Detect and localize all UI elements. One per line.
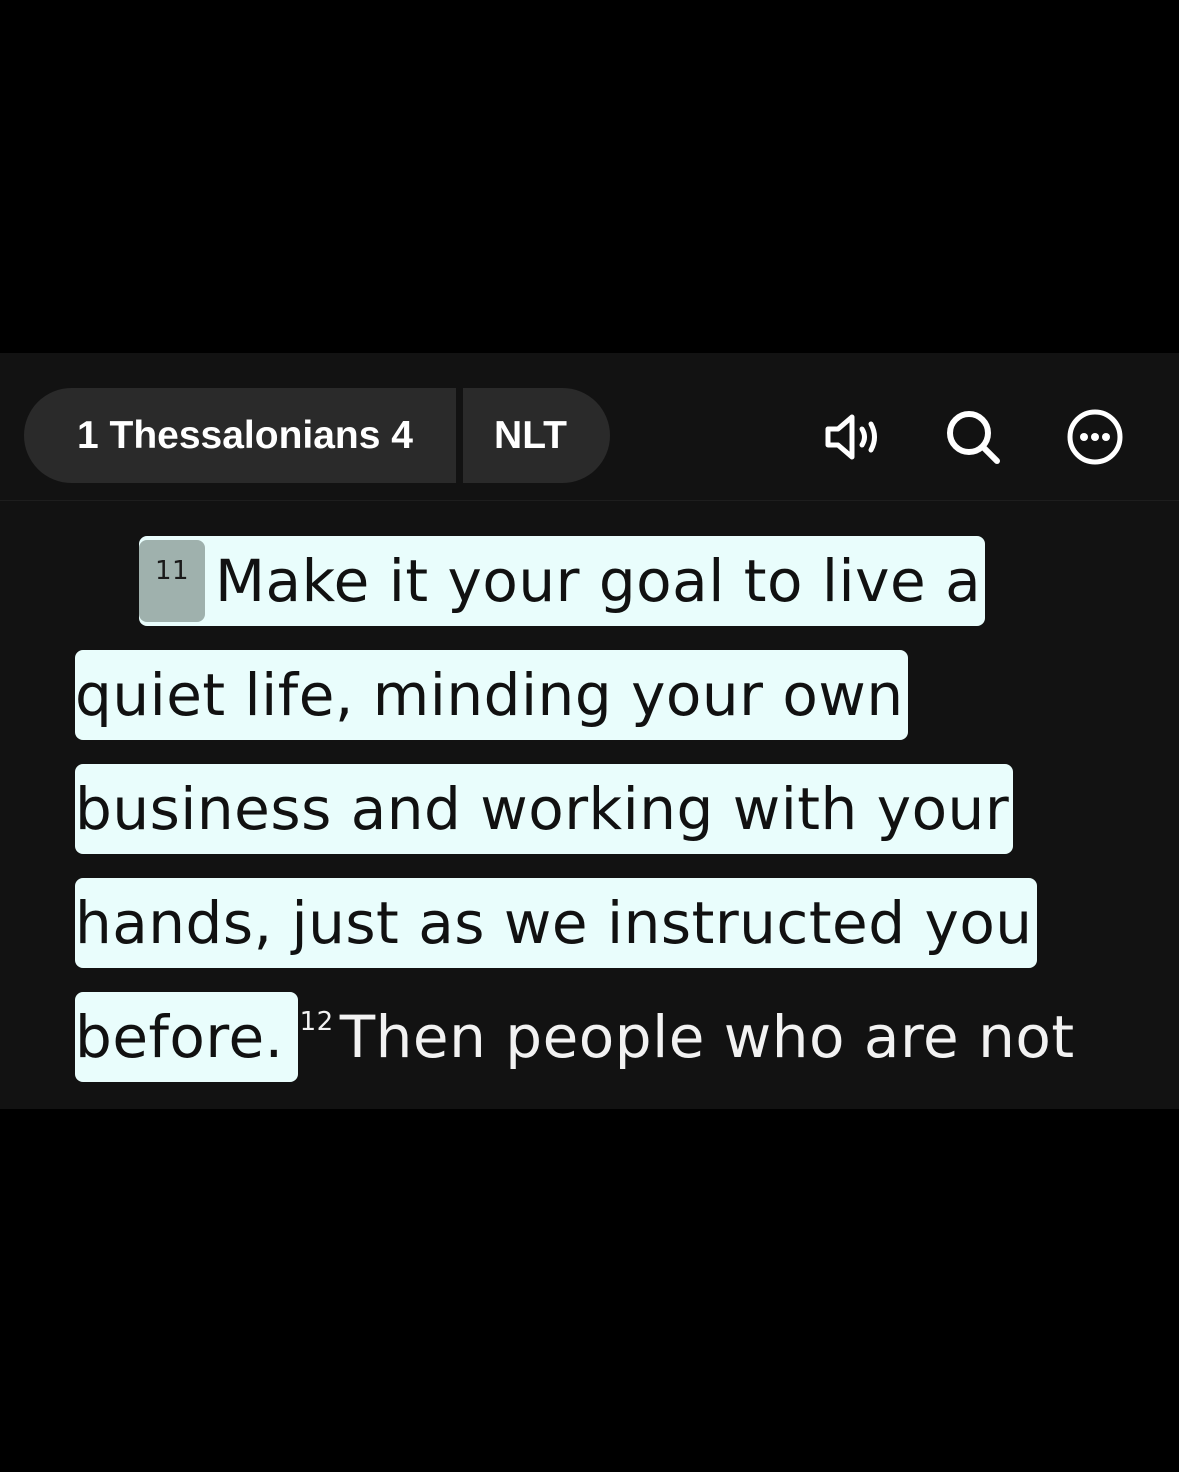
highlighted-text[interactable]: 11 Make it your goal to live a	[139, 536, 986, 626]
reference-selector: 1 Thessalonians 4 NLT	[24, 388, 610, 483]
verse-text-line-5-rest[interactable]: Then people who are not	[340, 1003, 1075, 1071]
verse-number-badge[interactable]: 11	[139, 540, 205, 622]
bible-reader-panel: 1 Thessalonians 4 NLT 11 Make it your go…	[0, 353, 1179, 1109]
verse-line[interactable]: business and working with your	[75, 764, 1014, 854]
verse-line[interactable]: quiet life, minding your own	[75, 650, 908, 740]
audio-button[interactable]	[820, 405, 884, 469]
search-icon	[947, 411, 1000, 464]
version-button[interactable]: NLT	[463, 388, 610, 483]
verse-line[interactable]: hands, just as we instructed you	[75, 878, 1037, 968]
more-options-button[interactable]	[1063, 405, 1127, 469]
scripture-text: 11 Make it your goal to live a quiet life…	[0, 501, 1179, 1109]
verse-text-line-5-highlighted[interactable]: before.	[75, 992, 298, 1082]
pill-divider	[456, 388, 463, 483]
verse-text-line-2[interactable]: quiet life, minding your own	[75, 650, 908, 740]
verse-line[interactable]: before. 12 Then people who are not	[75, 992, 1075, 1082]
speaker-icon	[825, 414, 877, 460]
verse-text-line-3[interactable]: business and working with your	[75, 764, 1014, 854]
verse-text-line-4[interactable]: hands, just as we instructed you	[75, 878, 1037, 968]
search-button[interactable]	[941, 405, 1005, 469]
book-chapter-button[interactable]: 1 Thessalonians 4	[24, 388, 456, 483]
reader-header: 1 Thessalonians 4 NLT	[0, 353, 1179, 501]
verse-text-line-1: Make it your goal to live a	[215, 547, 982, 615]
verse-line[interactable]: 11 Make it your goal to live a	[139, 536, 986, 626]
screen: 1 Thessalonians 4 NLT 11 Make it your go…	[0, 0, 1179, 1472]
more-options-icon	[1067, 409, 1123, 465]
verse-number-12[interactable]: 12	[300, 1007, 334, 1037]
